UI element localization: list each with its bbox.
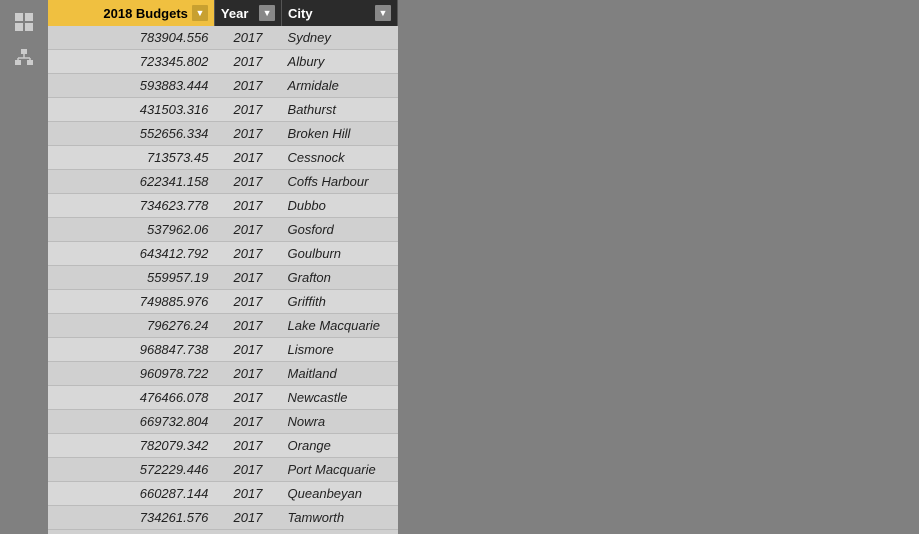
table-row: 723345.8022017Albury — [48, 50, 398, 74]
cell-budget: 669732.804 — [48, 410, 214, 434]
cell-year: 2017 — [214, 194, 281, 218]
data-table-container: 2018 Budgets ▼ Year ▼ City ▼ — [48, 0, 398, 534]
cell-city: Gosford — [282, 218, 398, 242]
table-row: 796276.242017Lake Macquarie — [48, 314, 398, 338]
cell-year: 2017 — [214, 434, 281, 458]
cell-year: 2017 — [214, 122, 281, 146]
cell-year: 2017 — [214, 338, 281, 362]
table-row: 552656.3342017Broken Hill — [48, 122, 398, 146]
table-row: 713573.452017Cessnock — [48, 146, 398, 170]
cell-city: Lismore — [282, 338, 398, 362]
cell-city: Newcastle — [282, 386, 398, 410]
cell-city: Lake Macquarie — [282, 314, 398, 338]
table-row: 660287.1442017Queanbeyan — [48, 482, 398, 506]
table-row: 782079.3422017Orange — [48, 434, 398, 458]
table-row: 622341.1582017Coffs Harbour — [48, 170, 398, 194]
right-area — [398, 0, 919, 534]
cell-year: 2017 — [214, 386, 281, 410]
cell-city: Sydney — [282, 26, 398, 50]
cell-budget: 734261.576 — [48, 506, 214, 530]
cell-city: Grafton — [282, 266, 398, 290]
cell-year: 2017 — [214, 506, 281, 530]
cell-year: 2017 — [214, 458, 281, 482]
cell-city: Port Macquarie — [282, 458, 398, 482]
cell-city: Coffs Harbour — [282, 170, 398, 194]
table-row: 593883.4442017Armidale — [48, 74, 398, 98]
table-row: 669732.8042017Nowra — [48, 410, 398, 434]
cell-budget: 622341.158 — [48, 170, 214, 194]
table-row: 783904.5562017Sydney — [48, 26, 398, 50]
cell-year: 2017 — [214, 266, 281, 290]
cell-city: Dubbo — [282, 194, 398, 218]
cell-budget: 476466.078 — [48, 386, 214, 410]
cell-budget: 660287.144 — [48, 482, 214, 506]
cell-year: 2017 — [214, 50, 281, 74]
cell-city: Nowra — [282, 410, 398, 434]
cell-year: 2017 — [214, 362, 281, 386]
cell-city: Armidale — [282, 74, 398, 98]
cell-city: Broken Hill — [282, 122, 398, 146]
cell-year: 2017 — [214, 242, 281, 266]
cell-budget: 552656.334 — [48, 122, 214, 146]
cell-city: Griffith — [282, 290, 398, 314]
cell-budget: 559957.19 — [48, 266, 214, 290]
year-dropdown-arrow[interactable]: ▼ — [259, 5, 275, 21]
cell-city: Albury — [282, 50, 398, 74]
cell-year: 2017 — [214, 314, 281, 338]
data-table: 2018 Budgets ▼ Year ▼ City ▼ — [48, 0, 398, 530]
cell-budget: 782079.342 — [48, 434, 214, 458]
cell-budget: 749885.976 — [48, 290, 214, 314]
cell-year: 2017 — [214, 74, 281, 98]
budget-dropdown-arrow[interactable]: ▼ — [192, 5, 208, 21]
cell-city: Maitland — [282, 362, 398, 386]
cell-city: Cessnock — [282, 146, 398, 170]
cell-budget: 572229.446 — [48, 458, 214, 482]
cell-city: Queanbeyan — [282, 482, 398, 506]
column-header-city[interactable]: City ▼ — [282, 0, 398, 26]
cell-budget: 968847.738 — [48, 338, 214, 362]
table-header-row: 2018 Budgets ▼ Year ▼ City ▼ — [48, 0, 398, 26]
cell-budget: 723345.802 — [48, 50, 214, 74]
left-panel — [0, 0, 48, 534]
cell-city: Goulburn — [282, 242, 398, 266]
cell-year: 2017 — [214, 218, 281, 242]
table-row: 968847.7382017Lismore — [48, 338, 398, 362]
cell-year: 2017 — [214, 410, 281, 434]
table-row: 734261.5762017Tamworth — [48, 506, 398, 530]
table-row: 960978.7222017Maitland — [48, 362, 398, 386]
table-row: 476466.0782017Newcastle — [48, 386, 398, 410]
cell-budget: 593883.444 — [48, 74, 214, 98]
cell-city: Tamworth — [282, 506, 398, 530]
table-row: 643412.7922017Goulburn — [48, 242, 398, 266]
table-row: 431503.3162017Bathurst — [48, 98, 398, 122]
column-header-year[interactable]: Year ▼ — [214, 0, 281, 26]
cell-year: 2017 — [214, 26, 281, 50]
cell-year: 2017 — [214, 146, 281, 170]
cell-budget: 713573.45 — [48, 146, 214, 170]
cell-budget: 643412.792 — [48, 242, 214, 266]
cell-city: Bathurst — [282, 98, 398, 122]
cell-city: Orange — [282, 434, 398, 458]
table-row: 734623.7782017Dubbo — [48, 194, 398, 218]
cell-budget: 431503.316 — [48, 98, 214, 122]
column-header-budget[interactable]: 2018 Budgets ▼ — [48, 0, 214, 26]
table-row: 749885.9762017Griffith — [48, 290, 398, 314]
cell-budget: 734623.778 — [48, 194, 214, 218]
cell-year: 2017 — [214, 482, 281, 506]
table-row: 559957.192017Grafton — [48, 266, 398, 290]
table-row: 537962.062017Gosford — [48, 218, 398, 242]
cell-budget: 960978.722 — [48, 362, 214, 386]
grid-icon[interactable] — [8, 8, 40, 36]
cell-year: 2017 — [214, 170, 281, 194]
cell-year: 2017 — [214, 290, 281, 314]
table-row: 572229.4462017Port Macquarie — [48, 458, 398, 482]
city-dropdown-arrow[interactable]: ▼ — [375, 5, 391, 21]
cell-year: 2017 — [214, 98, 281, 122]
hierarchy-icon[interactable] — [8, 44, 40, 72]
cell-budget: 783904.556 — [48, 26, 214, 50]
cell-budget: 537962.06 — [48, 218, 214, 242]
cell-budget: 796276.24 — [48, 314, 214, 338]
